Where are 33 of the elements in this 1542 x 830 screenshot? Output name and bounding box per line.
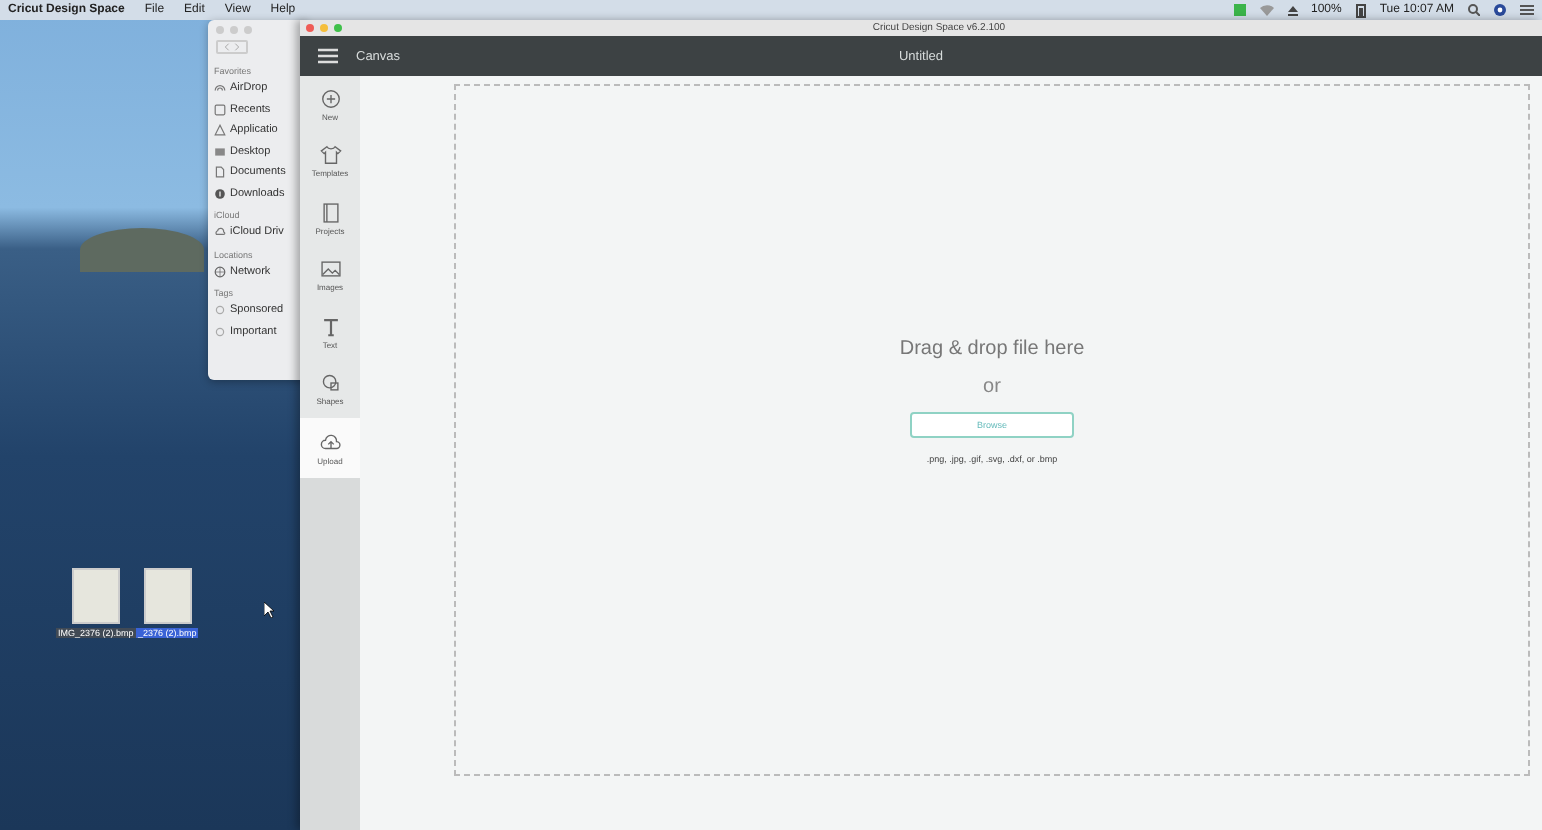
drop-heading: Drag & drop file here <box>899 337 1085 359</box>
wifi-icon[interactable] <box>1259 4 1273 16</box>
or-text: or <box>983 375 1001 397</box>
battery-icon[interactable] <box>1355 3 1366 17</box>
t-shirt-icon <box>319 144 341 167</box>
picture-icon <box>319 258 341 281</box>
notebook-icon <box>319 201 341 224</box>
close-button[interactable] <box>216 26 224 34</box>
plus-circle-icon <box>319 87 341 110</box>
zoom-button[interactable] <box>334 24 342 32</box>
file-thumbnail[interactable] <box>143 568 192 624</box>
file-thumbnail[interactable] <box>71 568 120 624</box>
status-icon[interactable] <box>1233 4 1245 16</box>
minimize-button[interactable] <box>230 26 238 34</box>
doc-icon <box>214 166 226 179</box>
back-forward-buttons[interactable] <box>216 40 248 54</box>
airdrop-icon <box>214 82 226 95</box>
cloud-icon <box>214 226 226 239</box>
eject-icon[interactable] <box>1287 5 1297 15</box>
list-icon[interactable] <box>1520 4 1534 16</box>
menu-icon[interactable] <box>318 48 338 64</box>
shapes-icon <box>319 372 341 395</box>
minimize-button[interactable] <box>320 24 328 32</box>
close-button[interactable] <box>306 24 314 32</box>
globe-icon <box>214 265 226 278</box>
search-icon[interactable] <box>1468 4 1480 16</box>
zoom-button[interactable] <box>244 26 252 34</box>
download-icon <box>214 187 226 200</box>
user-icon[interactable] <box>1494 4 1506 16</box>
letter-t-icon <box>319 315 341 338</box>
mouse-cursor-icon <box>264 602 274 618</box>
desktop-icon <box>214 145 226 158</box>
cloud-upload-icon <box>319 431 341 453</box>
